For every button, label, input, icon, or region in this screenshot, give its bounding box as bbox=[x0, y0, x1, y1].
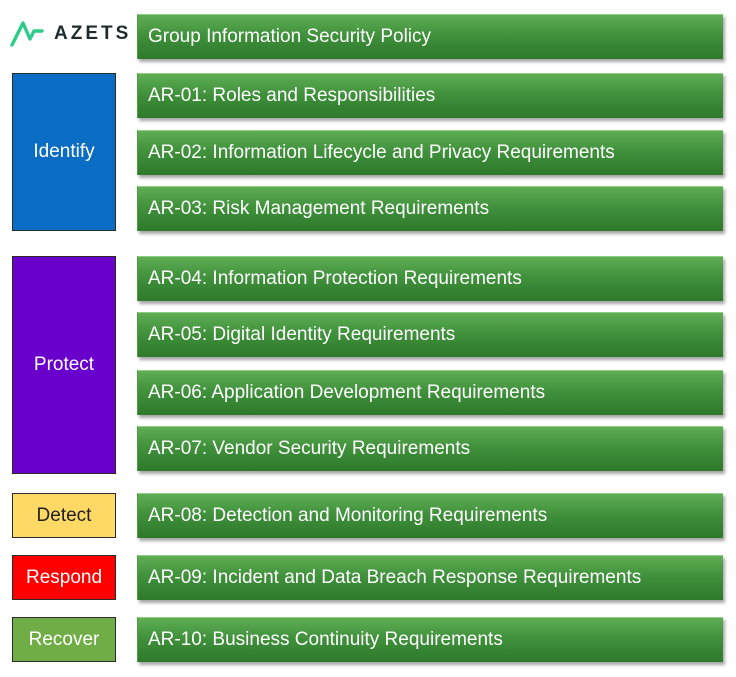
azets-logo: AZETS bbox=[10, 18, 131, 50]
policy-box: Group Information Security Policy bbox=[137, 14, 723, 59]
category-detect: Detect bbox=[12, 493, 116, 538]
requirement-ar-05: AR-05: Digital Identity Requirements bbox=[137, 312, 723, 357]
requirement-ar-01: AR-01: Roles and Responsibilities bbox=[137, 73, 723, 118]
logo-text: AZETS bbox=[54, 23, 132, 44]
requirement-ar-04: AR-04: Information Protection Requiremen… bbox=[137, 256, 723, 301]
category-protect: Protect bbox=[12, 256, 116, 474]
requirement-ar-10: AR-10: Business Continuity Requirements bbox=[137, 617, 723, 662]
category-recover: Recover bbox=[12, 617, 116, 662]
requirement-ar-09: AR-09: Incident and Data Breach Response… bbox=[137, 555, 723, 600]
requirement-ar-08: AR-08: Detection and Monitoring Requirem… bbox=[137, 493, 723, 538]
category-respond: Respond bbox=[12, 555, 116, 600]
category-identify: Identify bbox=[12, 73, 116, 231]
requirement-ar-06: AR-06: Application Development Requireme… bbox=[137, 370, 723, 415]
requirement-ar-02: AR-02: Information Lifecycle and Privacy… bbox=[137, 130, 723, 175]
requirement-ar-07: AR-07: Vendor Security Requirements bbox=[137, 426, 723, 471]
requirement-ar-03: AR-03: Risk Management Requirements bbox=[137, 186, 723, 231]
azets-logo-icon bbox=[10, 21, 44, 47]
